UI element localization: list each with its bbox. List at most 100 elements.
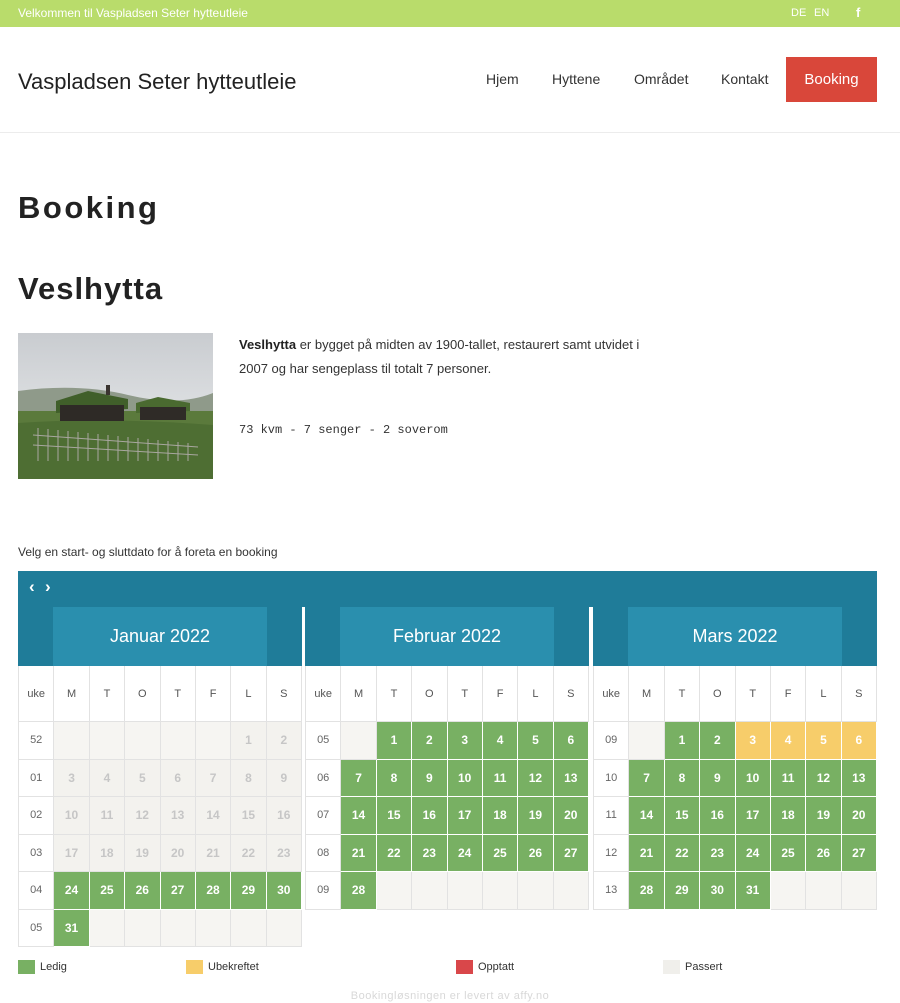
day-cell-pending[interactable]: 6 <box>841 722 877 760</box>
language-de-link[interactable]: DE <box>791 7 806 19</box>
day-cell-free[interactable]: 27 <box>553 834 589 872</box>
day-cell-free[interactable]: 11 <box>770 759 807 797</box>
day-cell-free[interactable]: 24 <box>54 872 90 910</box>
day-cell-free[interactable]: 29 <box>231 872 267 910</box>
day-cell-free[interactable]: 23 <box>700 834 736 872</box>
week-row: 09 28 <box>306 872 589 910</box>
day-cell-free[interactable]: 15 <box>664 797 701 835</box>
empty-day-cell <box>266 909 302 947</box>
day-cell-free[interactable]: 29 <box>664 872 701 910</box>
weekday-header: T <box>447 666 483 722</box>
day-cell-free[interactable]: 10 <box>735 759 771 797</box>
day-cell-free[interactable]: 22 <box>376 834 413 872</box>
day-cell-free[interactable]: 6 <box>553 722 589 760</box>
week-number: 05 <box>306 722 342 760</box>
day-cell-free[interactable]: 1 <box>664 722 701 760</box>
weekday-header: T <box>664 666 701 722</box>
cabin-title: Veslhytta <box>18 271 164 306</box>
day-cell-past: 9 <box>266 759 302 797</box>
nav-area[interactable]: Området <box>634 71 688 87</box>
welcome-text: Velkommen til Vaspladsen Seter hytteutle… <box>18 6 248 20</box>
day-cell-free[interactable]: 30 <box>700 872 736 910</box>
day-cell-free[interactable]: 20 <box>841 797 877 835</box>
nav-booking-button[interactable]: Booking <box>786 57 877 102</box>
week-row: 52 1 2 <box>19 722 302 760</box>
next-month-icon[interactable]: › <box>45 577 51 597</box>
day-cell-free[interactable]: 14 <box>341 797 377 835</box>
day-cell-past: 12 <box>125 797 161 835</box>
weekday-header: S <box>841 666 877 722</box>
day-cell-free[interactable]: 2 <box>412 722 448 760</box>
day-cell-free[interactable]: 7 <box>341 759 377 797</box>
day-cell-pending[interactable]: 5 <box>806 722 842 760</box>
day-cell-free[interactable]: 20 <box>553 797 589 835</box>
month-title: Februar 2022 <box>340 607 554 666</box>
day-cell-free[interactable]: 14 <box>629 797 665 835</box>
day-cell-free[interactable]: 21 <box>629 834 665 872</box>
day-cell-free[interactable]: 16 <box>412 797 448 835</box>
day-cell-free[interactable]: 21 <box>341 834 377 872</box>
cabin-photo <box>18 333 213 479</box>
site-title[interactable]: Vaspladsen Seter hytteutleie <box>18 69 296 95</box>
day-cell-free[interactable]: 9 <box>412 759 448 797</box>
day-cell-free[interactable]: 25 <box>770 834 807 872</box>
day-cell-free[interactable]: 8 <box>376 759 413 797</box>
day-cell-free[interactable]: 7 <box>629 759 665 797</box>
day-cell-free[interactable]: 30 <box>266 872 302 910</box>
nav-contact[interactable]: Kontakt <box>721 71 768 87</box>
day-cell-free[interactable]: 22 <box>664 834 701 872</box>
day-cell-free[interactable]: 26 <box>518 834 554 872</box>
day-cell-free[interactable]: 13 <box>553 759 589 797</box>
day-cell-free[interactable]: 31 <box>735 872 771 910</box>
day-cell-free[interactable]: 26 <box>806 834 842 872</box>
day-cell-past: 6 <box>160 759 196 797</box>
day-cell-free[interactable]: 3 <box>447 722 483 760</box>
day-cell-free[interactable]: 5 <box>518 722 554 760</box>
day-cell-free[interactable]: 28 <box>195 872 232 910</box>
day-cell-free[interactable]: 16 <box>700 797 736 835</box>
month-header: Februar 2022 <box>305 607 589 666</box>
day-cell-pending[interactable]: 3 <box>735 722 771 760</box>
week-number: 09 <box>306 872 342 910</box>
day-cell-free[interactable]: 24 <box>447 834 483 872</box>
day-cell-free[interactable]: 19 <box>806 797 842 835</box>
day-cell-past: 23 <box>266 834 302 872</box>
day-cell-pending[interactable]: 4 <box>770 722 807 760</box>
day-cell-free[interactable]: 9 <box>700 759 736 797</box>
legend-past-label: Passert <box>685 960 723 973</box>
week-row: 02 10 11 12 13 14 15 16 <box>19 797 302 835</box>
day-cell-free[interactable]: 17 <box>735 797 771 835</box>
day-cell-free[interactable]: 12 <box>518 759 554 797</box>
day-cell-free[interactable]: 10 <box>447 759 483 797</box>
day-cell-free[interactable]: 18 <box>482 797 519 835</box>
nav-cabins[interactable]: Hyttene <box>552 71 600 87</box>
previous-month-icon[interactable]: ‹ <box>29 577 35 597</box>
day-cell-free[interactable]: 31 <box>54 909 90 947</box>
day-cell-free[interactable]: 28 <box>629 872 665 910</box>
day-cell-free[interactable]: 28 <box>341 872 377 910</box>
day-cell-free[interactable]: 4 <box>482 722 519 760</box>
day-cell-free[interactable]: 15 <box>376 797 413 835</box>
day-cell-free[interactable]: 1 <box>376 722 413 760</box>
day-cell-free[interactable]: 25 <box>482 834 519 872</box>
day-cell-free[interactable]: 24 <box>735 834 771 872</box>
day-cell-free[interactable]: 27 <box>160 872 196 910</box>
day-cell-free[interactable]: 8 <box>664 759 701 797</box>
day-cell-free[interactable]: 19 <box>518 797 554 835</box>
nav-home[interactable]: Hjem <box>486 71 519 87</box>
day-cell-free[interactable]: 11 <box>482 759 519 797</box>
day-cell-free[interactable]: 27 <box>841 834 877 872</box>
day-cell-free[interactable]: 26 <box>125 872 161 910</box>
language-en-link[interactable]: EN <box>814 7 829 19</box>
weekday-header: F <box>482 666 519 722</box>
day-cell-free[interactable]: 25 <box>89 872 126 910</box>
site-header: Vaspladsen Seter hytteutleie Hjem Hytten… <box>0 27 900 133</box>
day-cell-free[interactable]: 17 <box>447 797 483 835</box>
cabin-specs: 73 kvm - 7 senger - 2 soverom <box>239 423 448 437</box>
day-cell-free[interactable]: 12 <box>806 759 842 797</box>
facebook-icon[interactable]: f <box>856 5 860 20</box>
day-cell-free[interactable]: 2 <box>700 722 736 760</box>
day-cell-free[interactable]: 18 <box>770 797 807 835</box>
day-cell-free[interactable]: 13 <box>841 759 877 797</box>
day-cell-free[interactable]: 23 <box>412 834 448 872</box>
